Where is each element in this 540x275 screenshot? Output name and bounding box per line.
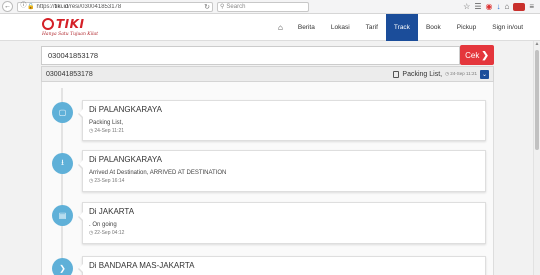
nav-book[interactable]: Book (418, 14, 449, 41)
clipboard-icon (393, 70, 400, 78)
document-icon: ▤ (52, 205, 73, 226)
event-location: Di BANDARA MAS-JAKARTA (89, 261, 195, 270)
reading-list-icon[interactable]: ☰ (474, 2, 481, 11)
nav-tarif[interactable]: Tarif (358, 14, 386, 41)
scroll-up-icon[interactable]: ▲ (534, 41, 540, 48)
event-location: Di PALANGKARAYA (89, 105, 162, 114)
result-number: 030041853178 (46, 70, 93, 78)
brand-tagline: Hanya Satu Tujuan Kilat (42, 32, 98, 37)
status-label: Packing List, (402, 70, 443, 78)
tracking-number-input[interactable] (41, 46, 460, 65)
nav-track[interactable]: Track (385, 14, 418, 41)
browser-toolbar: ← ⓘ 🔒 https://tiki.id/resi/030041853178 … (0, 0, 540, 14)
event-location: Di PALANGKARAYA (89, 155, 162, 164)
event-card: Di PALANGKARAYA Arrived At Destination, … (78, 150, 486, 192)
event-card: Di JAKARTA . On going ◷22-Sep 04:12 (78, 202, 486, 244)
download-icon[interactable]: ↓ (496, 2, 500, 11)
search-icon: ⚲ (220, 4, 225, 10)
collapse-toggle-button[interactable]: ⌄ (480, 69, 489, 79)
page-scrollbar[interactable]: ▲ (533, 41, 540, 275)
event-time: ◷24-Sep 11:21 (89, 128, 125, 134)
menu-icon[interactable]: ≡ (529, 2, 534, 11)
clock-icon: ◷ (89, 178, 94, 184)
nav-berita[interactable]: Berita (290, 14, 323, 41)
event-card: Di BANDARA MAS-JAKARTA (78, 256, 486, 275)
back-icon[interactable]: ← (2, 1, 13, 12)
scroll-thumb[interactable] (535, 50, 539, 150)
event-description: Arrived At Destination, ARRIVED AT DESTI… (89, 170, 227, 176)
brand-name: TIKI (56, 17, 85, 31)
site-header: TIKI Hanya Satu Tujuan Kilat ⌂ Berita Lo… (0, 14, 540, 41)
download-icon: ⭳ (52, 153, 73, 174)
search-placeholder: Search (226, 3, 246, 10)
event-card: Di PALANGKARAYA Packing List, ◷24-Sep 11… (78, 100, 486, 141)
clock-icon: ◷ (89, 128, 94, 134)
home-icon[interactable]: ⌂ (504, 2, 509, 11)
event-time: ◷22-Sep 04:12 (89, 230, 125, 236)
event-time: ◷23-Sep 16:14 (89, 178, 125, 184)
info-icon[interactable]: ⓘ (20, 1, 27, 12)
status-time: ◷ 24-Sep 11:21 (445, 71, 477, 76)
tiki-logo[interactable]: TIKI Hanya Satu Tujuan Kilat (42, 17, 106, 39)
event-description: Packing List, (89, 120, 124, 126)
lock-icon: 🔒 (27, 4, 35, 10)
clock-icon: ◷ (89, 230, 94, 236)
main-nav: ⌂ Berita Lokasi Tarif Track Book Pickup … (271, 14, 531, 41)
check-button-label: Cek (465, 50, 480, 60)
status-summary: Packing List, ◷ 24-Sep 11:21 ⌄ (393, 69, 489, 79)
browser-search-field[interactable]: ⚲ Search (217, 1, 309, 12)
globe-icon (42, 18, 54, 30)
nav-lokasi[interactable]: Lokasi (323, 14, 358, 41)
pocket-icon[interactable]: ◉ (486, 2, 493, 11)
nav-sign-in-out[interactable]: Sign in/out (484, 14, 531, 41)
reload-icon[interactable]: ↻ (204, 3, 212, 11)
star-icon[interactable]: ☆ (463, 2, 470, 11)
chevron-right-icon: ❯ (52, 258, 73, 275)
nav-home-icon[interactable]: ⌂ (271, 14, 290, 41)
nav-pickup[interactable]: Pickup (449, 14, 485, 41)
adblock-icon[interactable] (513, 2, 526, 11)
event-description: . On going (89, 222, 117, 228)
chevron-right-icon: ❯ (481, 49, 489, 60)
clipboard-icon: ▢ (52, 102, 73, 123)
url-text: https://tiki.id/resi/030041853178 (36, 3, 122, 10)
check-button[interactable]: Cek ❯ (460, 45, 494, 65)
address-bar[interactable]: ⓘ 🔒 https://tiki.id/resi/030041853178 ↻ (17, 1, 213, 12)
event-location: Di JAKARTA (89, 207, 135, 216)
result-header: 030041853178 Packing List, ◷ 24-Sep 11:2… (41, 66, 494, 82)
